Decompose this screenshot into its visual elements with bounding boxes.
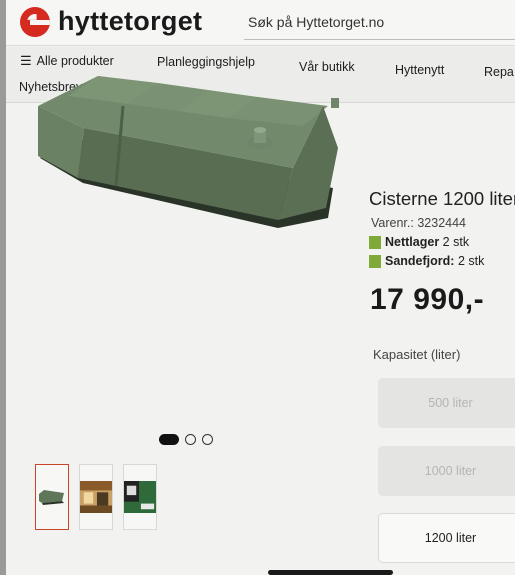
- browser-screen: hyttetorget Søk på Hyttetorget.no ☰ Alle…: [6, 0, 515, 575]
- gallery-pagination: [159, 434, 213, 445]
- stock-online: Nettlager 2 stk: [369, 235, 469, 249]
- in-stock-icon: [369, 254, 381, 268]
- brochure-thumbnail[interactable]: [123, 464, 157, 530]
- product-image[interactable]: [28, 68, 358, 238]
- product-page: Cisterne 1200 liter Varenr.: 3232444 Net…: [6, 0, 515, 575]
- capacity-label: Kapasitet (liter): [373, 347, 461, 362]
- bottom-action-bar[interactable]: [268, 570, 393, 575]
- sku-value: 3232444: [417, 216, 467, 230]
- cabin-thumbnail-image: [80, 481, 112, 513]
- stock-sandefjord: Sandefjord: 2 stk: [369, 254, 484, 268]
- gallery-dot[interactable]: [185, 434, 196, 445]
- product-price: 17 990,-: [370, 283, 485, 316]
- stock-qty: 2 stk: [442, 235, 470, 249]
- capacity-option-500[interactable]: 500 liter: [378, 378, 515, 428]
- brochure-thumbnail-image: [124, 481, 156, 513]
- product-sku: Varenr.: 3232444: [371, 216, 466, 230]
- gallery-thumbnails: [35, 464, 157, 530]
- cabin-thumbnail[interactable]: [79, 464, 113, 530]
- capacity-option-1200[interactable]: 1200 liter: [378, 513, 515, 563]
- product-title: Cisterne 1200 liter: [369, 188, 515, 209]
- stock-location: Sandefjord:: [385, 254, 455, 268]
- gallery-dot-active[interactable]: [159, 434, 179, 445]
- tank-thumbnail-image: [39, 490, 64, 505]
- sku-label: Varenr.:: [371, 216, 414, 230]
- stock-location: Nettlager: [385, 235, 440, 249]
- tank-thumbnail[interactable]: [35, 464, 69, 530]
- in-stock-icon: [369, 235, 381, 249]
- capacity-option-1000[interactable]: 1000 liter: [378, 446, 515, 496]
- gallery-dot[interactable]: [202, 434, 213, 445]
- stock-qty: 2 stk: [457, 254, 485, 268]
